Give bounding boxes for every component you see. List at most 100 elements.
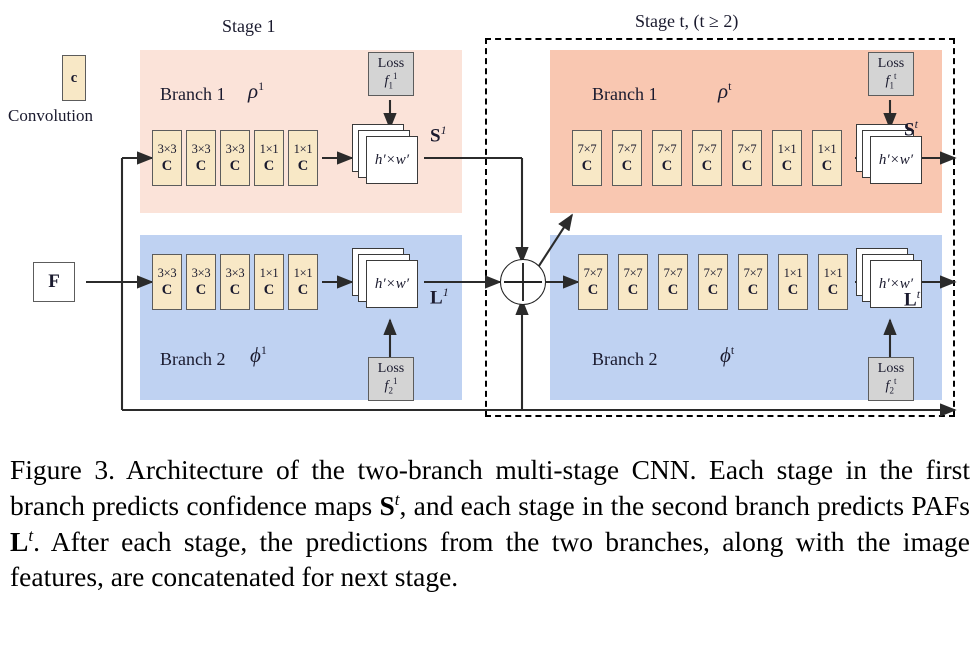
loss-label: Loss [377, 361, 405, 377]
conv-kernel: 3×3 [157, 266, 177, 280]
stack-layer-front: h′×w′ [366, 136, 418, 184]
conv-box: 1×1 C [254, 254, 284, 310]
conv-letter: C [229, 281, 241, 298]
featuremap-stack: h′×w′ [352, 248, 424, 316]
conv-box: 3×3 C [152, 130, 182, 186]
output-symbol: L [904, 289, 917, 311]
conv-letter: C [627, 281, 639, 298]
conv-box: 7×7 C [658, 254, 688, 310]
conv-box: 7×7 C [692, 130, 722, 186]
conv-box: 3×3 C [186, 130, 216, 186]
conv-kernel: 1×1 [777, 142, 797, 156]
conv-kernel: 7×7 [657, 142, 677, 156]
conv-box: 3×3 C [152, 254, 182, 310]
rho-glyph: ρ [718, 79, 729, 103]
conv-kernel: 7×7 [577, 142, 597, 156]
loss-sup: 1 [392, 375, 398, 386]
conv-letter: C [781, 157, 793, 174]
conv-box: 1×1 C [254, 130, 284, 186]
conv-box: 1×1 C [778, 254, 808, 310]
stage1-branch1-output: S1 [430, 124, 447, 145]
conv-box: 7×7 C [698, 254, 728, 310]
rho-superscript: t [728, 79, 732, 93]
stage1-branch2-name: Branch 2 [160, 349, 226, 369]
featuremap-size: h′×w′ [374, 151, 410, 168]
conv-letter: C [297, 281, 309, 298]
loss-label: Loss [877, 361, 905, 377]
stack-layer-front: h′×w′ [366, 260, 418, 308]
conv-kernel: 1×1 [293, 266, 313, 280]
loss-sub: 1 [889, 80, 894, 91]
conv-box: 1×1 C [288, 130, 318, 186]
conv-box: 1×1 C [772, 130, 802, 186]
conv-box: 7×7 C [572, 130, 602, 186]
conv-kernel: 7×7 [583, 266, 603, 280]
conv-box: 1×1 C [288, 254, 318, 310]
conv-letter: C [195, 281, 207, 298]
conv-kernel: 1×1 [823, 266, 843, 280]
conv-letter: C [195, 157, 207, 174]
legend-conv-label: Convolution [8, 106, 94, 125]
conv-box: 7×7 C [578, 254, 608, 310]
loss-sup: 1 [392, 70, 398, 81]
conv-box: 3×3 C [220, 130, 250, 186]
conv-kernel: 3×3 [225, 266, 245, 280]
conv-letter: C [161, 281, 173, 298]
conv-kernel: 3×3 [191, 142, 211, 156]
loss-function: f21 [385, 375, 398, 396]
conv-kernel: 7×7 [697, 142, 717, 156]
legend-conv-letter: c [70, 69, 78, 86]
conv-box: 3×3 C [220, 254, 250, 310]
conv-kernel: 1×1 [293, 142, 313, 156]
conv-letter: C [707, 281, 719, 298]
stage1-branch1-name: Branch 1 [160, 84, 226, 104]
conv-kernel: 1×1 [259, 142, 279, 156]
loss-box: Loss f2t [868, 357, 914, 401]
conv-kernel: 1×1 [259, 266, 279, 280]
conv-box: 1×1 C [818, 254, 848, 310]
stageT-title: Stage t, (t ≥ 2) [635, 11, 739, 31]
conv-letter: C [263, 281, 275, 298]
stage1-branch2-symbol: ϕ1 [250, 344, 267, 366]
figure-caption: Figure 3. Architecture of the two-branch… [10, 452, 970, 595]
loss-sup: t [893, 375, 897, 386]
loss-label: Loss [377, 56, 405, 72]
conv-letter: C [581, 157, 593, 174]
stage1-branch2-output: L1 [430, 286, 449, 307]
rho-glyph: ρ [248, 79, 259, 103]
caption-symbol-s: S [379, 489, 395, 521]
conv-letter: C [701, 157, 713, 174]
stageT-branch2-output: Lt [904, 288, 920, 309]
output-superscript: t [916, 287, 921, 301]
stack-layer-front: h′×w′ [870, 136, 922, 184]
loss-box: Loss f1t [868, 52, 914, 96]
stageT-branch1-output: St [904, 118, 918, 139]
conv-box: 7×7 C [618, 254, 648, 310]
connection-wires [86, 100, 957, 417]
conv-box: 7×7 C [738, 254, 768, 310]
conv-box: 7×7 C [732, 130, 762, 186]
conv-kernel: 7×7 [663, 266, 683, 280]
output-symbol: L [430, 287, 443, 309]
conv-letter: C [621, 157, 633, 174]
featuremap-stack: h′×w′ [352, 124, 424, 192]
conv-letter: C [821, 157, 833, 174]
figure-diagram: c Convolution F Stage 1 Branch 1 ρ1 3×3 … [0, 0, 979, 440]
output-superscript: 1 [440, 123, 447, 137]
conv-kernel: 7×7 [737, 142, 757, 156]
rho-superscript: 1 [258, 79, 265, 93]
conv-box: 3×3 C [186, 254, 216, 310]
output-symbol: S [430, 125, 441, 147]
caption-prefix: Figure 3. [10, 454, 115, 485]
loss-function: f2t [886, 375, 897, 396]
phi-glyph: ϕ [720, 343, 731, 367]
stageT-branch2-symbol: ϕt [720, 344, 734, 366]
conv-letter: C [667, 281, 679, 298]
conv-letter: C [587, 281, 599, 298]
conv-box: 1×1 C [812, 130, 842, 186]
stage1-branch1-symbol: ρ1 [248, 80, 264, 102]
loss-box: Loss f11 [368, 52, 414, 96]
input-feature-box: F [33, 262, 75, 302]
loss-function: f1t [886, 71, 897, 91]
featuremap-size: h′×w′ [374, 275, 410, 292]
